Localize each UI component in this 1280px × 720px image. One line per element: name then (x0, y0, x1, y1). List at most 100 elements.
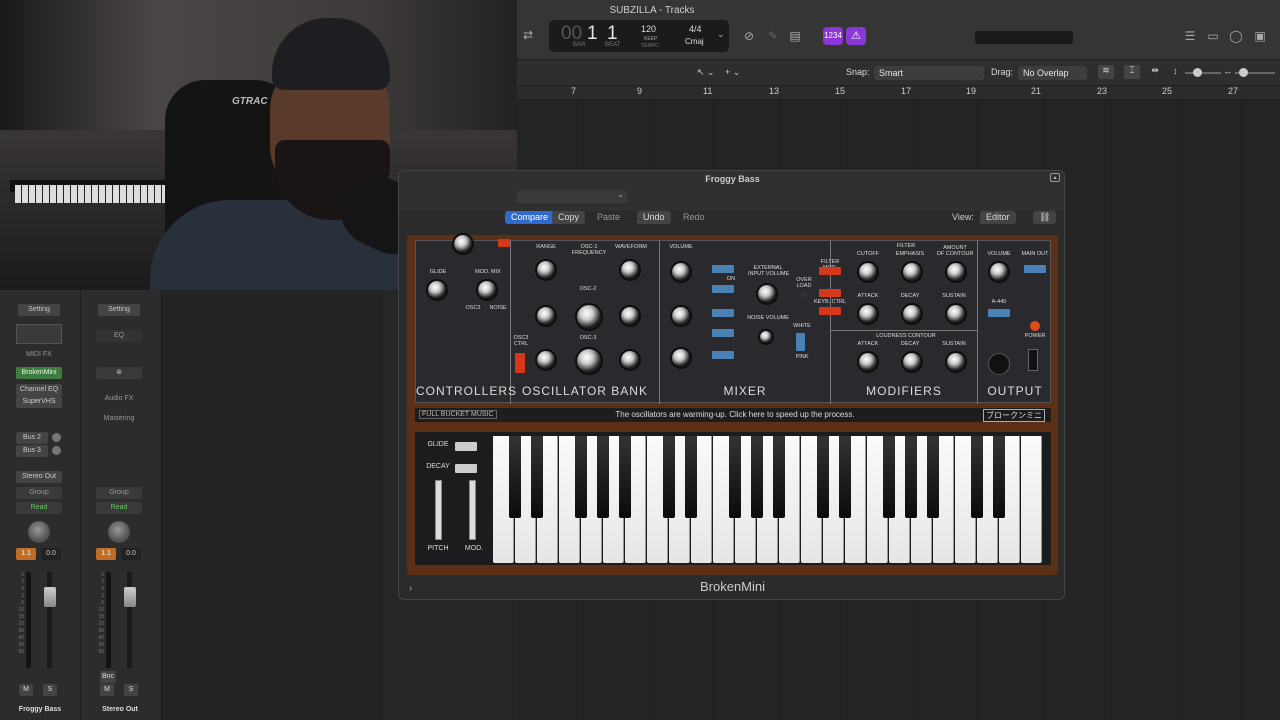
setting-button[interactable]: Setting (18, 304, 60, 316)
copy-button[interactable]: Copy (552, 211, 586, 224)
brand-button[interactable]: FULL BUCKET MUSIC (419, 410, 497, 419)
solo-button[interactable]: S (124, 684, 138, 696)
mute-button[interactable]: M (100, 684, 114, 696)
eq-slot[interactable]: EQ (96, 330, 142, 342)
output-volume-knob[interactable] (988, 261, 1010, 283)
loudness-attack-knob[interactable] (857, 351, 879, 373)
plugin-slot-channel-eq[interactable]: Channel EQ (16, 384, 62, 396)
osc1-range-knob[interactable] (535, 259, 557, 281)
ext-on-switch[interactable] (712, 285, 734, 293)
drag-select[interactable]: No Overlap (1018, 66, 1087, 80)
black-key[interactable] (597, 436, 609, 518)
plugin-slot-supervhs[interactable]: SuperVHS (16, 396, 62, 408)
filter-attack-knob[interactable] (857, 303, 879, 325)
undo-button[interactable]: Undo (637, 211, 671, 224)
tune-knob[interactable] (452, 233, 474, 255)
pan-knob[interactable] (108, 521, 130, 543)
send-knob[interactable] (52, 433, 61, 442)
redo-button[interactable]: Redo (677, 211, 711, 224)
a440-switch[interactable] (988, 309, 1010, 317)
external-input-knob[interactable] (756, 283, 778, 305)
output-slot[interactable]: Stereo Out (16, 471, 62, 483)
mod-wheel[interactable] (469, 480, 476, 540)
osc2-frequency-knob[interactable] (575, 303, 603, 331)
glide-knob[interactable] (426, 279, 448, 301)
bar-ruler[interactable]: 7 9 11 13 15 17 19 21 23 25 27 (517, 86, 1280, 100)
waveform-zoom-icon[interactable]: ≋ (1098, 65, 1114, 79)
send-bus-3[interactable]: Bus 3 (16, 445, 48, 457)
black-key[interactable] (905, 436, 917, 518)
main-out-switch[interactable] (1024, 265, 1046, 273)
eq-thumbnail[interactable] (16, 324, 62, 344)
black-key[interactable] (927, 436, 939, 518)
send-bus-2[interactable]: Bus 2 (16, 432, 48, 444)
black-key[interactable] (729, 436, 741, 518)
amount-of-contour-knob[interactable] (945, 261, 967, 283)
pan-value[interactable]: 1.1 (16, 548, 36, 560)
white-key[interactable] (1021, 436, 1042, 563)
automation-mode[interactable]: Read (16, 502, 62, 514)
black-key[interactable] (773, 436, 785, 518)
loudness-decay-knob[interactable] (901, 351, 923, 373)
volume-value[interactable]: 0.0 (121, 548, 141, 560)
preset-dropdown[interactable]: ⌄ (517, 190, 627, 203)
paste-button[interactable]: Paste (591, 211, 626, 224)
black-key[interactable] (883, 436, 895, 518)
instrument-slot[interactable]: BrokenMini (16, 367, 62, 379)
black-key[interactable] (619, 436, 631, 518)
volume-fader[interactable] (124, 587, 136, 607)
osc2-range-knob[interactable] (535, 305, 557, 327)
horizontal-zoom-thumb[interactable] (1239, 68, 1248, 77)
mastering-slot[interactable]: Mastering (96, 413, 142, 425)
volume-value[interactable]: 0.0 (41, 548, 61, 560)
list-editor-icon[interactable]: ▤ (787, 28, 803, 44)
osc1-on-switch[interactable] (712, 265, 734, 273)
black-key[interactable] (817, 436, 829, 518)
power-switch[interactable] (1028, 349, 1038, 371)
mod-mix-knob[interactable] (476, 279, 498, 301)
vertical-fit-icon[interactable]: ⌶ (1124, 65, 1140, 79)
metronome-icon[interactable]: ⚠ (846, 27, 866, 45)
solo-button[interactable]: S (43, 684, 57, 696)
osc3-on-switch[interactable] (712, 351, 734, 359)
snap-select[interactable]: Smart (874, 66, 984, 80)
note-pad-icon[interactable]: ▭ (1205, 28, 1221, 44)
channel-name[interactable]: Froggy Bass (5, 706, 75, 713)
volume-fader[interactable] (44, 587, 56, 607)
pointer-tool-icon[interactable]: ↖ ⌄ (697, 67, 715, 78)
osc3-frequency-knob[interactable] (575, 347, 603, 375)
cycle-icon[interactable]: ⇄ (520, 27, 536, 43)
piano-keyboard[interactable] (493, 436, 1049, 563)
black-key[interactable] (509, 436, 521, 518)
vertical-zoom-thumb[interactable] (1193, 68, 1202, 77)
link-icon[interactable]: ⊚ (96, 367, 142, 379)
language-button[interactable]: ブロークンミニ (983, 409, 1045, 422)
filter-sustain-knob[interactable] (945, 303, 967, 325)
tuner-icon[interactable]: ⊘ (741, 28, 757, 44)
send-knob[interactable] (52, 446, 61, 455)
noise-type-switch[interactable] (796, 333, 805, 351)
compare-button[interactable]: Compare (505, 211, 555, 224)
channel-name[interactable]: Stereo Out (85, 706, 155, 713)
mod-switch[interactable] (498, 239, 510, 247)
black-key[interactable] (685, 436, 697, 518)
osc1-waveform-knob[interactable] (619, 259, 641, 281)
osc3-waveform-knob[interactable] (619, 349, 641, 371)
vertical-zoom-slider[interactable] (1185, 72, 1221, 74)
black-key[interactable] (575, 436, 587, 518)
black-key[interactable] (971, 436, 983, 518)
group-slot[interactable]: Group (16, 487, 62, 499)
chevron-down-icon[interactable]: ⌄ (717, 29, 725, 40)
black-key[interactable] (993, 436, 1005, 518)
automation-mode[interactable]: Read (96, 502, 142, 514)
bounce-button[interactable]: Bnc (100, 671, 116, 683)
lcd-display[interactable]: 00 1 1 BAR BEAT 120 KEEP TEMPO 4/4 Cmaj … (549, 20, 729, 52)
voltage-selector[interactable] (988, 353, 1010, 375)
filter-decay-knob[interactable] (901, 303, 923, 325)
midi-fx-slot[interactable]: MIDI FX (16, 349, 62, 361)
pitch-wheel[interactable] (435, 480, 442, 540)
horizontal-fit-icon[interactable]: ⇹ (1147, 65, 1163, 79)
loop-browser-icon[interactable]: ◯ (1228, 28, 1244, 44)
black-key[interactable] (531, 436, 543, 518)
pan-knob[interactable] (28, 521, 50, 543)
